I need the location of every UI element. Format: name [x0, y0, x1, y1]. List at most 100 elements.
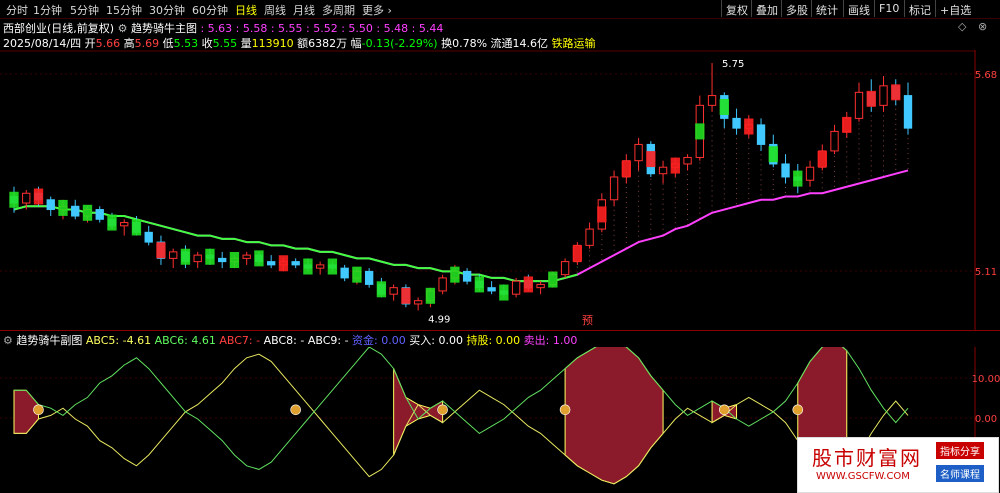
trend-ribbon-block — [548, 271, 558, 288]
trend-ribbon-block — [229, 252, 240, 268]
trend-ribbon-block — [768, 146, 778, 163]
panel-divider — [0, 330, 1000, 331]
mark-button[interactable]: 标记 — [904, 0, 935, 17]
main-price-chart[interactable]: 5.68 5.11 5.75 4.99 预 — [0, 50, 1000, 330]
abc6-line — [14, 347, 909, 470]
trend-ribbon-block — [891, 84, 901, 101]
amount-value: 6382万 — [308, 37, 348, 50]
trend-ma-line — [13, 169, 909, 283]
f10-button[interactable]: F10 — [874, 0, 903, 17]
trend-ribbon-block — [695, 123, 705, 140]
ma-values: : 5.63 : 5.58 : 5.55 : 5.52 : 5.50 : 5.4… — [200, 22, 444, 35]
open-value: 5.66 — [95, 37, 121, 50]
period-tab-60min[interactable]: 60分钟 — [192, 2, 228, 18]
candle-body — [756, 124, 766, 145]
chevron-right-icon: › — [387, 4, 392, 17]
watermark-tag-2: 名师课程 — [936, 465, 984, 482]
close-label: 收 — [201, 37, 213, 50]
sub-value-2: ABC7: - — [219, 334, 264, 347]
period-tab-monthly[interactable]: 月线 — [293, 2, 315, 18]
trend-ribbon-block — [572, 245, 583, 262]
volume-value: 113910 — [251, 37, 294, 50]
forecast-marker: 预 — [582, 314, 593, 327]
trend-fill-dots — [13, 98, 909, 288]
trend-ribbon-block — [670, 157, 680, 174]
quote-date: 2025/08/14/四 — [3, 37, 82, 50]
candle-body — [95, 209, 104, 220]
period-tab-multi[interactable]: 多周期 — [322, 2, 355, 18]
diamond-icon[interactable]: ◇ — [958, 20, 966, 33]
candle-body — [462, 270, 472, 282]
trend-ribbon-block — [621, 160, 632, 177]
low-label: 低 — [162, 37, 174, 50]
float-value: 14.6亿 — [512, 37, 549, 50]
candle-body — [438, 277, 447, 292]
candle-body — [609, 176, 619, 201]
amount-label: 额 — [297, 37, 309, 50]
more-label: 更多 — [362, 4, 384, 17]
indicator-name[interactable]: 趋势骑牛主图 — [131, 22, 197, 35]
trend-ribbon-block — [254, 250, 264, 267]
settings-icon[interactable]: ⚙ — [118, 22, 128, 35]
sub-indicator-name[interactable]: 趋势骑牛副图 — [16, 334, 82, 347]
candle-body — [830, 130, 839, 152]
trend-ribbon-block — [327, 258, 338, 275]
candle-body — [707, 95, 717, 106]
moneybag-icon — [437, 404, 448, 416]
turnover-label: 换 — [441, 37, 453, 50]
period-tab-1min[interactable]: 1分钟 — [33, 2, 62, 18]
draw-line-button[interactable]: 画线 — [843, 0, 874, 17]
period-tab-15min[interactable]: 15分钟 — [106, 2, 142, 18]
candle-body — [218, 257, 227, 263]
volume-label: 量 — [240, 37, 252, 50]
adjust-mode: (日线,前复权) — [47, 22, 115, 35]
low-value: 5.53 — [173, 37, 199, 50]
period-tab-fenshi[interactable]: 分时 — [6, 2, 28, 18]
y-tick-low: 5.11 — [975, 267, 997, 278]
period-tab-30min[interactable]: 30分钟 — [149, 2, 185, 18]
multi-stock-button[interactable]: 多股 — [781, 0, 812, 17]
candle-body — [487, 287, 496, 292]
trend-ribbon-block — [352, 266, 362, 283]
high-label: 高 — [123, 37, 135, 50]
candle-body — [585, 228, 594, 246]
moneybag-icon — [719, 404, 730, 416]
close-value: 5.55 — [212, 37, 238, 50]
candle-body — [658, 166, 668, 175]
candle-body — [169, 251, 178, 259]
add-favorite-button[interactable]: +自选 — [935, 0, 975, 17]
period-tab-more[interactable]: 更多 › — [362, 2, 392, 18]
close-icon[interactable]: ⊗ — [978, 20, 987, 33]
trend-ribbon-block — [131, 219, 142, 236]
trend-ribbon-block — [646, 151, 656, 168]
adjust-button[interactable]: 复权 — [721, 0, 752, 17]
period-tab-daily[interactable]: 日线 — [235, 2, 257, 18]
statistics-button[interactable]: 统计 — [811, 0, 842, 17]
trend-ribbon-block — [793, 170, 803, 187]
watermark-url: WWW.GSCFW.COM — [816, 471, 910, 482]
settings-icon[interactable]: ⚙ — [3, 334, 13, 347]
trend-ribbon-block — [180, 248, 191, 265]
period-tab-5min[interactable]: 5分钟 — [70, 2, 99, 18]
candle-body — [46, 199, 55, 211]
watermark-tag-1: 指标分享 — [936, 442, 984, 459]
stock-name: 西部创业 — [3, 22, 47, 35]
moneybag-icon — [792, 404, 804, 416]
candle-body — [854, 91, 864, 119]
sector-label[interactable]: 铁路运输 — [552, 37, 596, 50]
trend-ribbon-block — [719, 98, 729, 115]
overlay-button[interactable]: 叠加 — [751, 0, 782, 17]
high-value: 5.69 — [134, 37, 160, 50]
trend-ribbon-block — [597, 206, 607, 223]
candle-body — [267, 261, 276, 266]
sub-value-0: ABC5: -4.61 — [85, 334, 155, 347]
candle-body — [413, 300, 423, 305]
period-tab-weekly[interactable]: 周线 — [264, 2, 286, 18]
sub-indicator-values: ABC5: -4.61 ABC6: 4.61 ABC7: - ABC8: - A… — [86, 334, 577, 347]
trend-ribbon-block — [9, 191, 19, 208]
quote-line: 2025/08/14/四 开5.66 高5.69 低5.53 收5.55 量11… — [3, 35, 596, 51]
sub-value-7: 持股: 0.00 — [466, 334, 524, 347]
period-toolbar: 分时 1分钟 5分钟 15分钟 30分钟 60分钟 日线 周线 月线 多周期 更… — [0, 0, 1000, 19]
trend-ribbon-block — [499, 284, 509, 301]
candle-body — [879, 85, 888, 106]
